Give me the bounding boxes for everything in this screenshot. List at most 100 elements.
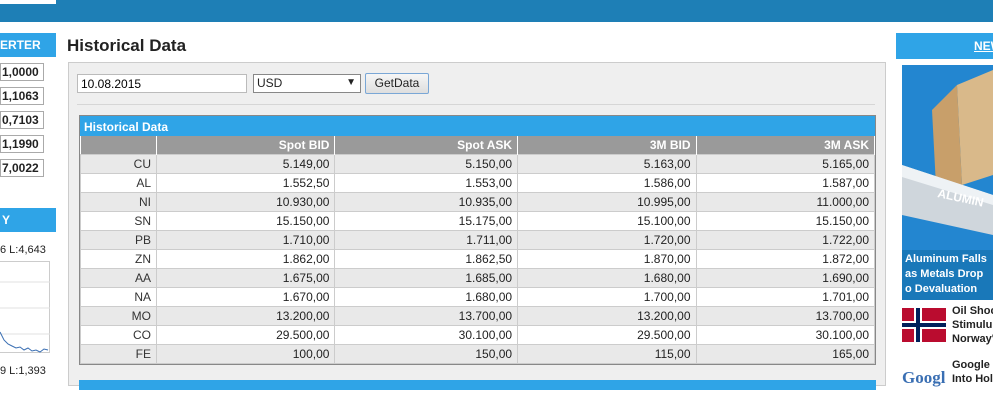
price-cell: 13.200,00 xyxy=(517,306,697,326)
price-cell: 5.165,00 xyxy=(695,154,876,174)
dropdown-arrow-icon: ▼ xyxy=(346,77,356,88)
news-header-link[interactable]: NEW xyxy=(896,33,993,59)
table-body: CU 5.149,00 5.150,00 5.163,00 5.165,00 AL 1.55… xyxy=(80,154,876,364)
table-row: ZN 1.862,00 1.862,50 1.870,00 1.872,00 xyxy=(80,249,876,269)
aluminum-foil-image: ALUMIN xyxy=(902,65,993,250)
headline-line: Norway' xyxy=(952,333,993,345)
metal-code-cell: SN xyxy=(80,211,157,231)
converter-list: 1,0000 1,1063 0,7103 1,1990 7,0022 xyxy=(0,63,56,177)
price-cell: 30.100,00 xyxy=(334,325,519,345)
table-row: PB 1.710,00 1.711,00 1.720,00 1.722,00 xyxy=(80,230,876,250)
price-cell: 1.872,00 xyxy=(695,249,876,269)
news-headline: Oil Shoc Stimulu Norway' xyxy=(952,304,993,346)
price-cell: 1.870,00 xyxy=(517,249,697,269)
metal-code-cell: CO xyxy=(80,325,157,345)
price-cell: 1.552,50 xyxy=(155,173,336,193)
price-cell: 10.935,00 xyxy=(334,192,519,212)
table-row: AL 1.552,50 1.553,00 1.586,00 1.587,00 xyxy=(80,173,876,193)
price-cell: 5.149,00 xyxy=(155,154,336,174)
page-title: Historical Data xyxy=(67,36,187,55)
column-header: 3M ASK xyxy=(696,136,876,155)
date-input[interactable] xyxy=(77,74,247,93)
historical-data-table: Historical Data Spot BID Spot ASK 3M BID 3M… xyxy=(79,115,876,365)
price-cell: 13.200,00 xyxy=(155,306,336,326)
column-header: 3M BID xyxy=(517,136,697,155)
currency-select[interactable]: USD ▼ xyxy=(253,74,361,93)
column-header: Spot ASK xyxy=(334,136,519,155)
column-header: Spot BID xyxy=(156,136,336,155)
price-cell: 1.722,00 xyxy=(695,230,876,250)
main-panel: USD ▼ GetData Historical Data Spot BIDSp… xyxy=(68,62,886,390)
price-cell: 1.701,00 xyxy=(695,287,876,307)
norway-flag-icon xyxy=(902,304,946,348)
headline-line: Into Hol xyxy=(952,373,993,385)
price-cell: 5.163,00 xyxy=(517,154,697,174)
price-cell: 15.175,00 xyxy=(334,211,519,231)
price-cell: 150,00 xyxy=(334,344,519,364)
table-row: CU 5.149,00 5.150,00 5.163,00 5.165,00 xyxy=(80,154,876,174)
table-row: NI 10.930,00 10.935,00 10.995,00 11.000,00 xyxy=(80,192,876,212)
price-cell: 1.680,00 xyxy=(334,287,519,307)
price-cell: 1.862,00 xyxy=(155,249,336,269)
price-cell: 13.700,00 xyxy=(334,306,519,326)
price-cell: 1.720,00 xyxy=(517,230,697,250)
data-table: Spot BID Spot ASK 3M BID 3M ASK CU 5.149,00 5… xyxy=(80,136,876,364)
price-cell: 1.690,00 xyxy=(695,268,876,288)
metal-code-cell: FE xyxy=(80,344,157,364)
metal-code-cell: ZN xyxy=(80,249,157,269)
metal-code-cell: PB xyxy=(80,230,157,250)
price-line xyxy=(0,331,49,353)
metal-code-cell: CU xyxy=(80,154,157,174)
get-data-button[interactable]: GetData xyxy=(365,73,429,94)
table-row: FE 100,00 150,00 115,00 165,00 xyxy=(80,344,876,364)
right-sidebar: NEW ALUMIN Aluminum Falls as Metals Drop… xyxy=(896,33,993,387)
price-cell: 1.586,00 xyxy=(517,173,697,193)
mini-chart-svg xyxy=(0,281,50,353)
converter-value-field[interactable]: 1,1990 xyxy=(0,135,44,153)
converter-value-field[interactable]: 1,1063 xyxy=(0,87,44,105)
featured-news-image[interactable]: ALUMIN xyxy=(902,65,993,250)
price-cell: 1.587,00 xyxy=(695,173,876,193)
currency-value: USD xyxy=(257,76,283,90)
price-cell: 10.995,00 xyxy=(517,192,697,212)
table-row: CO 29.500,00 30.100,00 29.500,00 30.100,00 xyxy=(80,325,876,345)
metal-code-cell: NA xyxy=(80,287,157,307)
price-cell: 1.862,50 xyxy=(334,249,519,269)
headline-line: Oil Shoc xyxy=(952,305,993,317)
top-banner xyxy=(0,0,993,22)
table-row: AA 1.675,00 1.685,00 1.680,00 1.690,00 xyxy=(80,268,876,288)
headline-line: Google xyxy=(952,359,990,371)
converter-value-field[interactable]: 1,0000 xyxy=(0,63,44,81)
news-headline: Google Into Hol xyxy=(952,358,993,386)
price-cell: 1.670,00 xyxy=(155,287,336,307)
google-logo-text: Googl xyxy=(902,368,946,387)
featured-news-caption[interactable]: Aluminum Falls as Metals Drop o Devaluat… xyxy=(902,250,993,300)
top-logo-area xyxy=(0,0,56,4)
price-cell: 13.700,00 xyxy=(695,306,876,326)
google-logo-thumb: Googl xyxy=(902,358,946,402)
price-cell: 15.150,00 xyxy=(155,211,336,231)
metal-code-cell: AL xyxy=(80,173,157,193)
price-cell: 1.553,00 xyxy=(334,173,519,193)
price-cell: 30.100,00 xyxy=(695,325,876,345)
column-header-metal xyxy=(80,136,157,155)
converter-value-field[interactable]: 0,7103 xyxy=(0,111,44,129)
metal-code-cell: MO xyxy=(80,306,157,326)
converter-header: ERTER xyxy=(0,33,56,57)
price-cell: 1.710,00 xyxy=(155,230,336,250)
chart-label-bottom: 9 L:1,393 xyxy=(0,365,46,377)
price-cell: 5.150,00 xyxy=(334,154,519,174)
price-cell: 10.930,00 xyxy=(155,192,336,212)
table-title: Historical Data xyxy=(80,116,875,136)
table-header-row: Spot BID Spot ASK 3M BID 3M ASK xyxy=(80,136,876,155)
price-cell: 1.685,00 xyxy=(334,268,519,288)
news-item[interactable]: Oil Shoc Stimulu Norway' xyxy=(902,304,993,352)
metal-code-cell: AA xyxy=(80,268,157,288)
price-cell: 1.675,00 xyxy=(155,268,336,288)
price-cell: 1.711,00 xyxy=(334,230,519,250)
left-sidebar: ERTER 1,0000 1,1063 0,7103 1,1990 7,0022 Y 6… xyxy=(0,33,56,386)
news-item[interactable]: Googl Google Into Hol xyxy=(902,358,993,406)
section-header: Y xyxy=(0,208,56,232)
price-cell: 115,00 xyxy=(517,344,697,364)
converter-value-field[interactable]: 7,0022 xyxy=(0,159,44,177)
